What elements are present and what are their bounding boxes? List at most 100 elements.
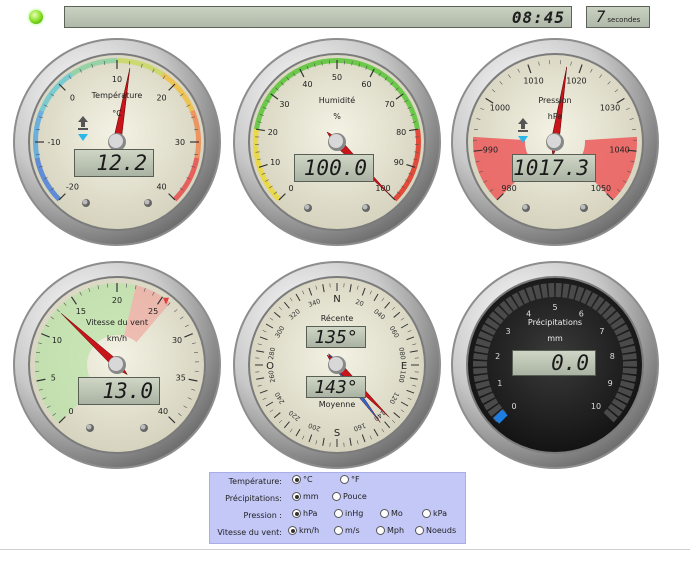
option-label: °C bbox=[303, 475, 313, 484]
radio-icon[interactable] bbox=[334, 509, 343, 518]
units-settings-panel: Température: °C °F Précipitations: mm Po… bbox=[209, 472, 466, 544]
radio-kpa[interactable]: kPa bbox=[422, 509, 447, 518]
gauge-dial-svg: -20-10010203040 bbox=[13, 38, 221, 246]
gauge-dial-svg: NESO200400600801001201401602002202402602… bbox=[233, 261, 441, 469]
tick-label: 2 bbox=[495, 352, 500, 361]
tick-label: 1040 bbox=[609, 145, 629, 154]
gauge-title: Pression bbox=[538, 96, 572, 105]
tick-label: 40 bbox=[156, 183, 166, 192]
trend-bar-icon bbox=[78, 128, 88, 130]
gauge-title: Vitesse du vent bbox=[86, 318, 148, 327]
tick-label: -10 bbox=[47, 138, 60, 147]
pressure-readout: 1017.3 bbox=[512, 154, 596, 182]
option-label: kPa bbox=[433, 509, 447, 518]
wind-speed-readout: 13.0 bbox=[78, 377, 160, 405]
temperature-unit-label: Température: bbox=[228, 477, 282, 486]
rain-readout: 0.0 bbox=[512, 350, 596, 376]
wind-unit-label: Vitesse du vent: bbox=[217, 528, 282, 537]
led-segment bbox=[473, 360, 488, 367]
clock-text: 08:45 bbox=[511, 8, 565, 27]
radio-icon[interactable] bbox=[376, 526, 385, 535]
radio-icon[interactable] bbox=[292, 509, 301, 518]
countdown-unit: secondes bbox=[607, 16, 641, 24]
tick-label: 0 bbox=[511, 402, 516, 411]
rain-gauge: 0 1 2 3 4 5 6 7 8 9 10 Précipitations mm 0.0 bbox=[450, 260, 660, 470]
screw-highlight bbox=[304, 204, 310, 210]
radio-kmh[interactable]: km/h bbox=[288, 526, 319, 535]
pressure-unit-label: Pression : bbox=[243, 511, 282, 520]
tick-label: 1 bbox=[497, 379, 502, 388]
trend-bar-icon bbox=[518, 130, 528, 132]
tick-label: 60 bbox=[361, 80, 371, 89]
gauge-title: Température bbox=[91, 91, 143, 100]
tick-label: 50 bbox=[332, 73, 342, 82]
radio-icon[interactable] bbox=[334, 526, 343, 535]
countdown-value: 7 bbox=[595, 7, 606, 26]
radio-hpa[interactable]: hPa bbox=[292, 509, 317, 518]
tick-label: 5 bbox=[552, 303, 557, 312]
radio-icon[interactable] bbox=[340, 475, 349, 484]
radio-mph[interactable]: Mph bbox=[376, 526, 404, 535]
tick-label: 1050 bbox=[591, 184, 611, 193]
radio-pouce[interactable]: Pouce bbox=[332, 492, 367, 501]
tick-label: 25 bbox=[148, 307, 158, 316]
option-label: km/h bbox=[299, 526, 320, 535]
recent-direction-readout: 135° bbox=[306, 326, 366, 348]
radio-icon[interactable] bbox=[422, 509, 431, 518]
tick-label: 1010 bbox=[523, 77, 543, 86]
radio-mm[interactable]: mm bbox=[292, 492, 319, 501]
gauge-unit: hPa bbox=[547, 112, 563, 121]
tick-label: 15 bbox=[76, 307, 86, 316]
screw-highlight bbox=[86, 424, 92, 430]
tick-label: 40 bbox=[158, 407, 168, 416]
pressure-unit-row: Pression : hPa inHg Mo kPa bbox=[210, 507, 465, 523]
temperature-readout: 12.2 bbox=[74, 149, 154, 177]
precipitation-unit-row: Précipitations: mm Pouce bbox=[210, 490, 465, 506]
humidity-readout: 100.0 bbox=[294, 154, 374, 182]
radio-icon[interactable] bbox=[332, 492, 341, 501]
tick-label: 990 bbox=[483, 145, 498, 154]
gauge-title: Précipitations bbox=[527, 318, 583, 327]
radio-inhg[interactable]: inHg bbox=[334, 509, 363, 518]
cardinal-label: S bbox=[334, 428, 340, 439]
gauge-unit: mm bbox=[547, 334, 563, 343]
tick-label: 1020 bbox=[566, 77, 586, 86]
option-label: inHg bbox=[345, 509, 364, 518]
radio-icon[interactable] bbox=[415, 526, 424, 535]
radio-ms[interactable]: m/s bbox=[334, 526, 360, 535]
tick-label: 10 bbox=[52, 336, 62, 345]
refresh-countdown: 7 secondes bbox=[586, 6, 650, 28]
screw-highlight bbox=[362, 204, 368, 210]
option-label: mm bbox=[303, 492, 319, 501]
needle-hub-cap bbox=[329, 357, 343, 371]
tick-label: 80 bbox=[396, 128, 406, 137]
radio-icon[interactable] bbox=[292, 492, 301, 501]
tick-label: 40 bbox=[302, 80, 312, 89]
gauge-unit: °C bbox=[112, 109, 122, 118]
cardinal-label: N bbox=[333, 294, 340, 305]
radio-icon[interactable] bbox=[292, 475, 301, 484]
option-label: °F bbox=[351, 475, 360, 484]
tick-label: 0 bbox=[288, 184, 293, 193]
tick-label: 6 bbox=[579, 309, 584, 318]
radio-icon[interactable] bbox=[380, 509, 389, 518]
option-label: m/s bbox=[345, 526, 360, 535]
gauge-unit: % bbox=[333, 112, 341, 121]
status-display: 08:45 bbox=[64, 6, 572, 28]
radio-icon[interactable] bbox=[288, 526, 297, 535]
humidity-gauge: 0102030405060708090100 Humidité%100.0 bbox=[232, 37, 442, 247]
wind-speed-gauge: 0 5 10 15 20 25 30 35 40 Vitesse du vent km/h 13.0 bbox=[12, 260, 222, 470]
radio-mo[interactable]: Mo bbox=[380, 509, 403, 518]
tick-label: 30 bbox=[172, 336, 182, 345]
tick-label: 980 bbox=[501, 184, 516, 193]
radio-fahrenheit[interactable]: °F bbox=[340, 475, 360, 484]
wind-direction-gauge: N E S O 20 040 060 080 100 120 140 160 200 220 240 260 2… bbox=[232, 260, 442, 470]
tick-label: 4 bbox=[526, 309, 531, 318]
radio-celsius[interactable]: °C bbox=[292, 475, 313, 484]
needle-hub-cap bbox=[329, 134, 343, 148]
divider bbox=[0, 549, 690, 550]
pressure-gauge: 980 990 1000 1010 1020 1030 1040 1050 Pression h… bbox=[450, 37, 660, 247]
screw-highlight bbox=[144, 199, 150, 205]
average-direction-readout: 143° bbox=[306, 376, 366, 398]
radio-noeuds[interactable]: Noeuds bbox=[415, 526, 456, 535]
